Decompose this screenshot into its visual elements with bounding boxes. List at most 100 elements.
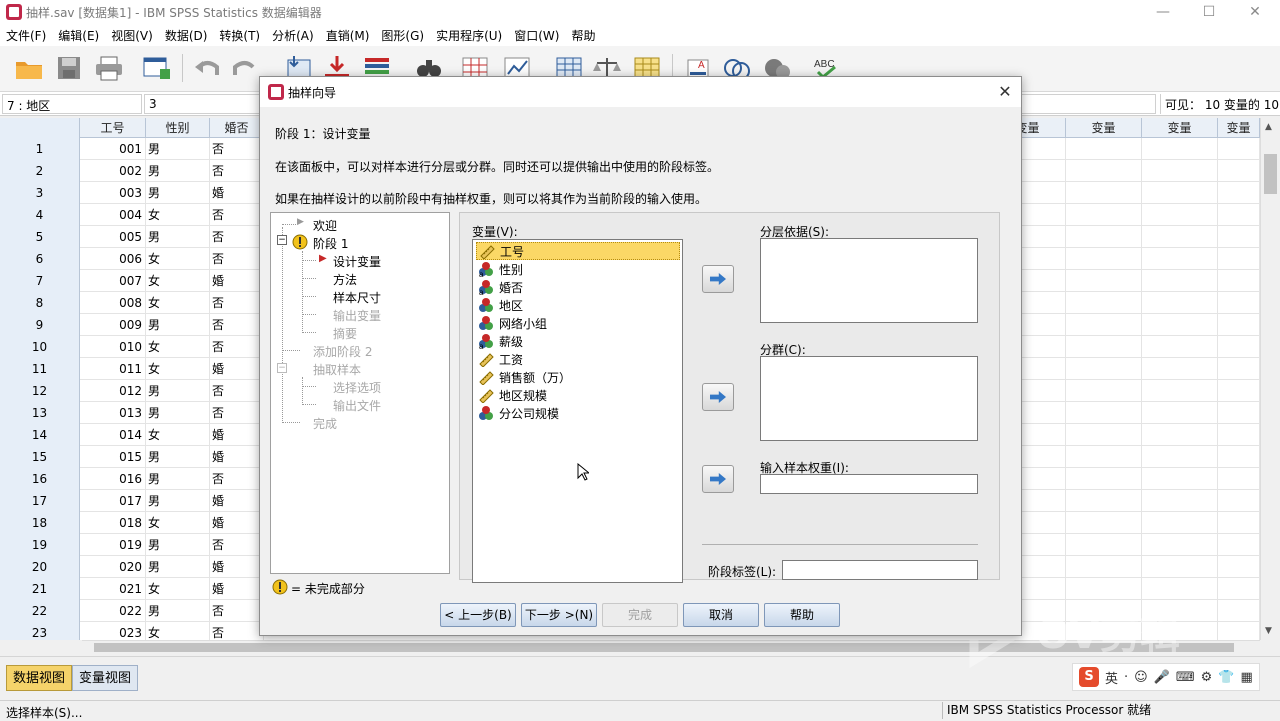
clusters-list[interactable] bbox=[760, 356, 978, 441]
empty-cell[interactable] bbox=[1066, 468, 1142, 490]
cell-marital[interactable]: 婚 bbox=[210, 358, 264, 380]
cell-gender[interactable]: 男 bbox=[146, 600, 210, 622]
cell-gender[interactable]: 女 bbox=[146, 578, 210, 600]
cell-employee-id[interactable]: 003 bbox=[80, 182, 146, 204]
empty-cell[interactable] bbox=[1218, 600, 1260, 622]
cell-gender[interactable]: 女 bbox=[146, 424, 210, 446]
row-number[interactable]: 9 bbox=[0, 314, 80, 336]
empty-cell[interactable] bbox=[1142, 182, 1218, 204]
cell-employee-id[interactable]: 002 bbox=[80, 160, 146, 182]
column-header[interactable]: 工号 bbox=[80, 118, 146, 138]
empty-cell[interactable] bbox=[1218, 292, 1260, 314]
empty-cell[interactable] bbox=[1142, 534, 1218, 556]
cell-marital[interactable]: 否 bbox=[210, 314, 264, 336]
cell-gender[interactable]: 男 bbox=[146, 182, 210, 204]
cell-marital[interactable]: 否 bbox=[210, 138, 264, 160]
empty-cell[interactable] bbox=[1066, 358, 1142, 380]
strata-list[interactable] bbox=[760, 238, 978, 323]
variable-item[interactable]: a 性别 bbox=[476, 260, 680, 279]
cell-gender[interactable]: 女 bbox=[146, 336, 210, 358]
row-number[interactable]: 19 bbox=[0, 534, 80, 556]
empty-cell[interactable] bbox=[1142, 424, 1218, 446]
maximize-button[interactable]: ☐ bbox=[1186, 0, 1232, 24]
cell-employee-id[interactable]: 018 bbox=[80, 512, 146, 534]
empty-cell[interactable] bbox=[1142, 292, 1218, 314]
cell-employee-id[interactable]: 008 bbox=[80, 292, 146, 314]
cell-gender[interactable]: 男 bbox=[146, 226, 210, 248]
empty-cell[interactable] bbox=[1142, 248, 1218, 270]
menu-analyze[interactable]: 分析(A) bbox=[268, 27, 318, 44]
ime-voice-icon[interactable]: 🎤 bbox=[1154, 670, 1170, 685]
help-button[interactable]: 帮助 bbox=[764, 603, 840, 627]
row-number[interactable]: 3 bbox=[0, 182, 80, 204]
empty-cell[interactable] bbox=[1142, 204, 1218, 226]
variable-item[interactable]: 工资 bbox=[476, 350, 680, 368]
row-number[interactable]: 6 bbox=[0, 248, 80, 270]
cell-gender[interactable]: 女 bbox=[146, 622, 210, 640]
corner-cell[interactable] bbox=[0, 118, 80, 138]
cell-marital[interactable]: 否 bbox=[210, 292, 264, 314]
empty-cell[interactable] bbox=[1066, 424, 1142, 446]
variable-item[interactable]: a 婚否 bbox=[476, 278, 680, 297]
cell-gender[interactable]: 男 bbox=[146, 468, 210, 490]
variable-item[interactable]: 网络小组 bbox=[476, 314, 680, 332]
cell-employee-id[interactable]: 005 bbox=[80, 226, 146, 248]
close-window-button[interactable]: ✕ bbox=[1232, 0, 1278, 24]
empty-cell[interactable] bbox=[1142, 226, 1218, 248]
save-icon[interactable] bbox=[52, 52, 86, 84]
empty-cell[interactable] bbox=[1066, 512, 1142, 534]
empty-cell[interactable] bbox=[1142, 446, 1218, 468]
variable-item[interactable]: a 薪级 bbox=[476, 332, 680, 351]
column-header[interactable]: 变量 bbox=[1142, 118, 1218, 138]
move-to-weight-button[interactable] bbox=[702, 465, 734, 493]
next-button[interactable]: 下一步 >(N) bbox=[521, 603, 597, 627]
cell-employee-id[interactable]: 022 bbox=[80, 600, 146, 622]
row-number[interactable]: 7 bbox=[0, 270, 80, 292]
empty-cell[interactable] bbox=[1218, 226, 1260, 248]
cell-gender[interactable]: 女 bbox=[146, 204, 210, 226]
tree-item-stage1[interactable]: 阶段 1 bbox=[313, 235, 348, 252]
cell-marital[interactable]: 婚 bbox=[210, 490, 264, 512]
empty-cell[interactable] bbox=[1066, 446, 1142, 468]
row-number[interactable]: 8 bbox=[0, 292, 80, 314]
empty-cell[interactable] bbox=[1066, 204, 1142, 226]
move-to-clusters-button[interactable] bbox=[702, 383, 734, 411]
empty-cell[interactable] bbox=[1142, 402, 1218, 424]
sogou-logo-icon[interactable]: S bbox=[1079, 667, 1099, 687]
column-header[interactable]: 婚否 bbox=[210, 118, 264, 138]
row-number[interactable]: 10 bbox=[0, 336, 80, 358]
empty-cell[interactable] bbox=[1066, 556, 1142, 578]
row-number[interactable]: 20 bbox=[0, 556, 80, 578]
ime-keyboard-icon[interactable]: ⌨ bbox=[1176, 670, 1195, 685]
empty-cell[interactable] bbox=[1142, 468, 1218, 490]
empty-cell[interactable] bbox=[1066, 578, 1142, 600]
cell-gender[interactable]: 男 bbox=[146, 138, 210, 160]
sample-weight-field[interactable] bbox=[760, 474, 978, 494]
tree-item-design-vars[interactable]: 设计变量 bbox=[333, 253, 381, 270]
vertical-scrollbar[interactable]: ▲ ▼ bbox=[1260, 118, 1280, 640]
cell-employee-id[interactable]: 006 bbox=[80, 248, 146, 270]
cell-marital[interactable]: 否 bbox=[210, 534, 264, 556]
back-button[interactable]: < 上一步(B) bbox=[440, 603, 516, 627]
menu-utilities[interactable]: 实用程序(U) bbox=[432, 27, 506, 44]
cell-employee-id[interactable]: 015 bbox=[80, 446, 146, 468]
row-number[interactable]: 17 bbox=[0, 490, 80, 512]
row-number[interactable]: 22 bbox=[0, 600, 80, 622]
cell-employee-id[interactable]: 023 bbox=[80, 622, 146, 640]
empty-cell[interactable] bbox=[1218, 380, 1260, 402]
cell-gender[interactable]: 女 bbox=[146, 512, 210, 534]
row-number[interactable]: 11 bbox=[0, 358, 80, 380]
ime-punctuation-icon[interactable]: · bbox=[1124, 670, 1128, 685]
cell-employee-id[interactable]: 021 bbox=[80, 578, 146, 600]
horizontal-scrollbar[interactable] bbox=[82, 640, 1260, 654]
empty-cell[interactable] bbox=[1066, 138, 1142, 160]
cell-gender[interactable]: 女 bbox=[146, 358, 210, 380]
empty-cell[interactable] bbox=[1142, 138, 1218, 160]
print-icon[interactable] bbox=[92, 52, 126, 84]
variable-item[interactable]: 分公司规模 bbox=[476, 404, 680, 422]
cell-marital[interactable]: 否 bbox=[210, 402, 264, 424]
empty-cell[interactable] bbox=[1142, 160, 1218, 182]
cell-gender[interactable]: 女 bbox=[146, 292, 210, 314]
menu-file[interactable]: 文件(F) bbox=[2, 27, 50, 44]
cell-marital[interactable]: 婚 bbox=[210, 446, 264, 468]
